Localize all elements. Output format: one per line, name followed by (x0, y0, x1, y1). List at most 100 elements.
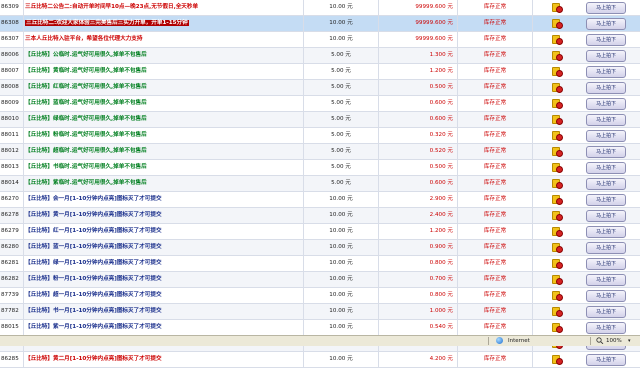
product-name: 【丘比特】紫临时.运气好可用很久,掉单不包售后 (24, 176, 304, 191)
buy-button[interactable]: 马上拍下 (586, 82, 626, 94)
product-id: 88006 (0, 48, 24, 63)
price: 0.800 元 (379, 288, 458, 303)
buy-button[interactable]: 马上拍下 (586, 322, 626, 334)
stock-status: 库存正常 (458, 160, 533, 175)
face-value: 5.00 元 (304, 48, 379, 63)
product-badge-icon (552, 99, 563, 109)
buy-button[interactable]: 马上拍下 (586, 290, 626, 302)
price: 0.500 元 (379, 160, 458, 175)
table-row: 86308 三丘比特二:欢迎大家体验三完美售后三实力开单，开单1-15分钟 10.0… (0, 16, 640, 32)
product-id: 86278 (0, 208, 24, 223)
buy-button[interactable]: 马上拍下 (586, 242, 626, 254)
product-badge-icon (552, 355, 563, 365)
product-badge-icon (552, 19, 563, 29)
zoom-level[interactable]: 100% (606, 336, 622, 346)
product-id: 86307 (0, 32, 24, 47)
product-id: 86285 (0, 352, 24, 367)
product-id: 88014 (0, 176, 24, 191)
face-value: 5.00 元 (304, 144, 379, 159)
buy-button[interactable]: 马上拍下 (586, 354, 626, 366)
table-row: 86279 【丘比特】红一月[1-10分钟内点亮]图标灭了才可提交 10.00 元1… (0, 224, 640, 240)
face-value: 10.00 元 (304, 288, 379, 303)
price: 4.200 元 (379, 352, 458, 367)
product-name: 三丘比特二:欢迎大家体验三完美售后三实力开单，开单1-15分钟 (24, 16, 304, 31)
zoom-icon[interactable] (596, 337, 604, 344)
table-row: 87739 【丘比特】超一月[1-10分钟内点亮]图标灭了才可提交 10.00 元0… (0, 288, 640, 304)
table-row: 86278 【丘比特】黄一月[1-10分钟内点亮]图标灭了才可提交 10.00 元2… (0, 208, 640, 224)
product-name: 【丘比特】黄一月[1-10分钟内点亮]图标灭了才可提交 (24, 208, 304, 223)
buy-button[interactable]: 马上拍下 (586, 146, 626, 158)
product-badge-icon (552, 83, 563, 93)
product-badge-icon (552, 195, 563, 205)
face-value: 10.00 元 (304, 304, 379, 319)
stock-status: 库存正常 (458, 192, 533, 207)
stock-status: 库存正常 (458, 352, 533, 367)
buy-button[interactable]: 马上拍下 (586, 114, 626, 126)
buy-button[interactable]: 马上拍下 (586, 34, 626, 46)
buy-button[interactable]: 马上拍下 (586, 306, 626, 318)
buy-button[interactable]: 马上拍下 (586, 130, 626, 142)
product-badge-icon (552, 163, 563, 173)
face-value: 5.00 元 (304, 160, 379, 175)
product-name: 【丘比特】黄临时.运气好可用很久,掉单不包售后 (24, 64, 304, 79)
face-value: 10.00 元 (304, 240, 379, 255)
buy-button[interactable]: 马上拍下 (586, 226, 626, 238)
product-name: 【丘比特】红一月[1-10分钟内点亮]图标灭了才可提交 (24, 224, 304, 239)
buy-button[interactable]: 马上拍下 (586, 274, 626, 286)
buy-button[interactable]: 马上拍下 (586, 66, 626, 78)
buy-button[interactable]: 马上拍下 (586, 18, 626, 30)
price: 0.600 元 (379, 176, 458, 191)
globe-icon (496, 337, 503, 344)
buy-button[interactable]: 马上拍下 (586, 98, 626, 110)
product-id: 88012 (0, 144, 24, 159)
buy-button[interactable]: 马上拍下 (586, 50, 626, 62)
product-name: 【丘比特】黄二月[1-10分钟内点亮]图标灭了才可提交 (24, 352, 304, 367)
product-badge-icon (552, 323, 563, 333)
product-name: 【丘比特】红临时.运气好可用很久,掉单不包售后 (24, 80, 304, 95)
table-row: 88006 【丘比特】公临时.运气好可用很久,掉单不包售后 5.00 元 1.300 … (0, 48, 640, 64)
face-value: 10.00 元 (304, 352, 379, 367)
face-value: 5.00 元 (304, 80, 379, 95)
product-id: 86308 (0, 16, 24, 31)
product-name: 【丘比特】公临时.运气好可用很久,掉单不包售后 (24, 48, 304, 63)
zoom-dropdown-icon[interactable]: ▾ (628, 336, 631, 346)
buy-button[interactable]: 马上拍下 (586, 194, 626, 206)
buy-button[interactable]: 马上拍下 (586, 178, 626, 190)
price: 0.700 元 (379, 272, 458, 287)
face-value: 5.00 元 (304, 176, 379, 191)
stock-status: 库存正常 (458, 256, 533, 271)
product-id: 86279 (0, 224, 24, 239)
face-value: 5.00 元 (304, 96, 379, 111)
face-value: 10.00 元 (304, 256, 379, 271)
product-name: 三丘比特二公告二:自动开单时间早10点—晚23点,无节假日,全天秒单 (24, 0, 304, 15)
product-badge-icon (552, 115, 563, 125)
face-value: 10.00 元 (304, 224, 379, 239)
table-row: 86282 【丘比特】粉一月[1-10分钟内点亮]图标灭了才可提交 10.00 元0… (0, 272, 640, 288)
buy-button[interactable]: 马上拍下 (586, 2, 626, 14)
buy-button[interactable]: 马上拍下 (586, 162, 626, 174)
price: 0.320 元 (379, 128, 458, 143)
product-id: 86280 (0, 240, 24, 255)
stock-status: 库存正常 (458, 64, 533, 79)
product-badge-icon (552, 131, 563, 141)
product-badge-icon (552, 147, 563, 157)
stock-status: 库存正常 (458, 48, 533, 63)
price: 2.900 元 (379, 192, 458, 207)
price: 0.600 元 (379, 96, 458, 111)
stock-status: 库存正常 (458, 304, 533, 319)
price: 2.400 元 (379, 208, 458, 223)
product-name: 【丘比特】粉临时.运气好可用很久,掉单不包售后 (24, 128, 304, 143)
face-value: 5.00 元 (304, 128, 379, 143)
table-row: 88015 【丘比特】紫一月[1-10分钟内点亮]图标灭了才可提交 10.00 元0… (0, 320, 640, 336)
table-row: 88013 【丘比特】书临时.运气好可用很久,掉单不包售后 5.00 元 0.500 … (0, 160, 640, 176)
table-row: 88007 【丘比特】黄临时.运气好可用很久,掉单不包售后 5.00 元 1.200 … (0, 64, 640, 80)
product-badge-icon (552, 227, 563, 237)
product-id: 88009 (0, 96, 24, 111)
buy-button[interactable]: 马上拍下 (586, 258, 626, 270)
product-name: 【丘比特】紫一月[1-10分钟内点亮]图标灭了才可提交 (24, 320, 304, 335)
status-bar: Internet 100% ▾ (0, 335, 640, 346)
price: 0.800 元 (379, 256, 458, 271)
buy-button[interactable]: 马上拍下 (586, 210, 626, 222)
product-name: 【丘比特】书一月[1-10分钟内点亮]图标灭了才可提交 (24, 304, 304, 319)
product-id: 86270 (0, 192, 24, 207)
